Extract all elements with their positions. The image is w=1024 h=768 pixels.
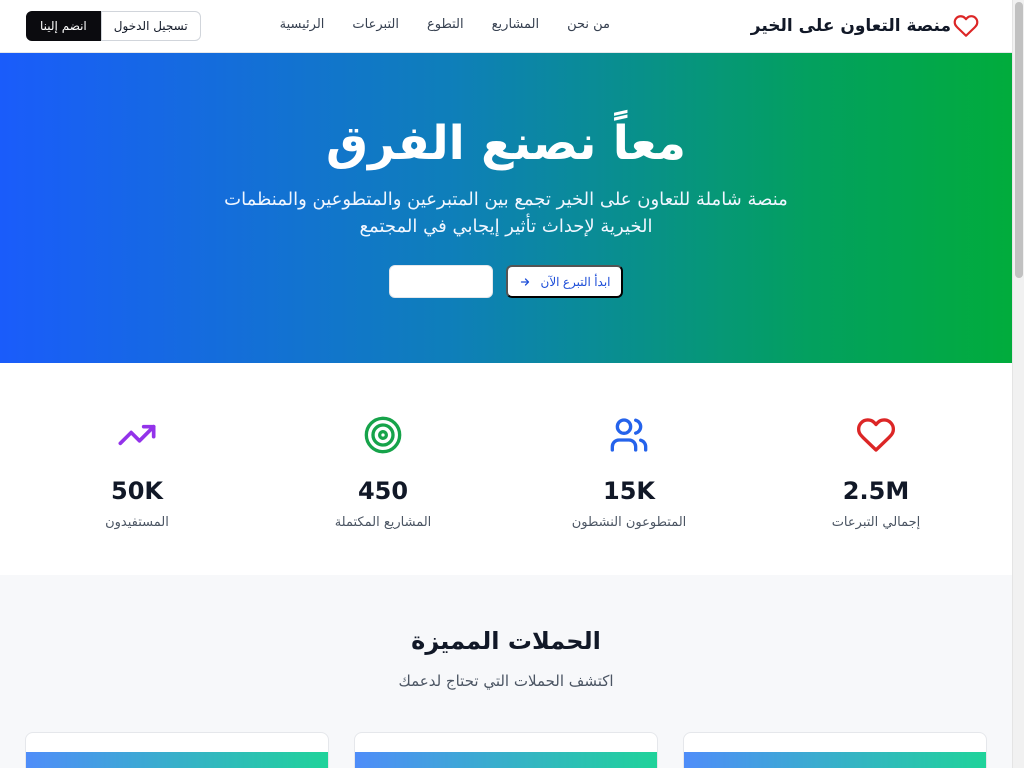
donate-now-button[interactable]: ابدأ التبرع الآن: [506, 265, 623, 298]
brand-name: منصة التعاون على الخير: [750, 16, 951, 36]
arrow-right-icon: [520, 277, 529, 286]
stat-label: المشاريع المكتملة: [334, 515, 432, 530]
stat-active-volunteers: 15K المتطوعون النشطون: [529, 415, 729, 530]
stat-label: المستفيدون: [105, 515, 169, 530]
stat-value: 50K: [111, 477, 163, 505]
hero-section: معاً نصنع الفرق منصة شاملة للتعاون على ا…: [0, 53, 1012, 363]
top-navbar: منصة التعاون على الخير الرئيسية التبرعات…: [0, 0, 1012, 53]
stats-section: 2.5M إجمالي التبرعات 15K المتطوعون النشط…: [0, 363, 1012, 575]
scrollbar-thumb[interactable]: [1015, 2, 1023, 278]
nav-about[interactable]: من نحن: [567, 17, 610, 32]
auth-buttons: انضم إلينا تسجيل الدخول: [26, 11, 201, 41]
target-icon: [364, 416, 402, 454]
stat-beneficiaries: 50K المستفيدون: [37, 415, 237, 530]
section-subtitle: اكتشف الحملات التي تحتاج لدعمك: [398, 672, 614, 690]
hero-subtitle: منصة شاملة للتعاون على الخير تجمع بين ال…: [224, 189, 788, 237]
campaign-card-image: [355, 752, 657, 768]
nav-projects[interactable]: المشاريع: [492, 17, 539, 32]
nav-volunteer[interactable]: التطوع: [427, 17, 464, 32]
stat-value: 15K: [603, 477, 655, 505]
donate-now-label: ابدأ التبرع الآن: [540, 274, 611, 289]
stat-label: المتطوعون النشطون: [571, 515, 687, 530]
campaign-card[interactable]: [25, 732, 329, 768]
stat-completed-projects: 450 المشاريع المكتملة: [283, 415, 483, 530]
brand-logo[interactable]: منصة التعاون على الخير: [751, 13, 979, 39]
nav-donations[interactable]: التبرعات: [352, 17, 399, 32]
trending-up-icon: [118, 424, 156, 446]
stat-value: 450: [357, 477, 409, 505]
join-button[interactable]: انضم إلينا: [26, 11, 101, 41]
heart-icon: [856, 418, 896, 452]
users-icon: [610, 418, 648, 452]
stat-label: إجمالي التبرعات: [831, 515, 921, 530]
section-title: الحملات المميزة: [411, 627, 601, 655]
stat-total-donations: 2.5M إجمالي التبرعات: [776, 415, 976, 530]
login-button[interactable]: تسجيل الدخول: [100, 11, 201, 41]
hero-actions: ابدأ التبرع الآن: [389, 265, 623, 298]
page-scrollbar[interactable]: [1012, 0, 1024, 768]
featured-campaigns-section: الحملات المميزة اكتشف الحملات التي تحتاج…: [0, 575, 1012, 768]
hero-title: معاً نصنع الفرق: [325, 116, 687, 171]
nav-home[interactable]: الرئيسية: [280, 17, 325, 32]
main-nav: الرئيسية التبرعات التطوع المشاريع من نحن: [280, 17, 610, 32]
campaign-card[interactable]: [683, 732, 987, 768]
campaign-card-image: [684, 752, 986, 768]
stat-value: 2.5M: [842, 477, 910, 505]
campaign-card[interactable]: [354, 732, 658, 768]
heart-icon: [953, 15, 979, 37]
secondary-cta-button[interactable]: [389, 265, 493, 298]
campaign-card-image: [26, 752, 328, 768]
